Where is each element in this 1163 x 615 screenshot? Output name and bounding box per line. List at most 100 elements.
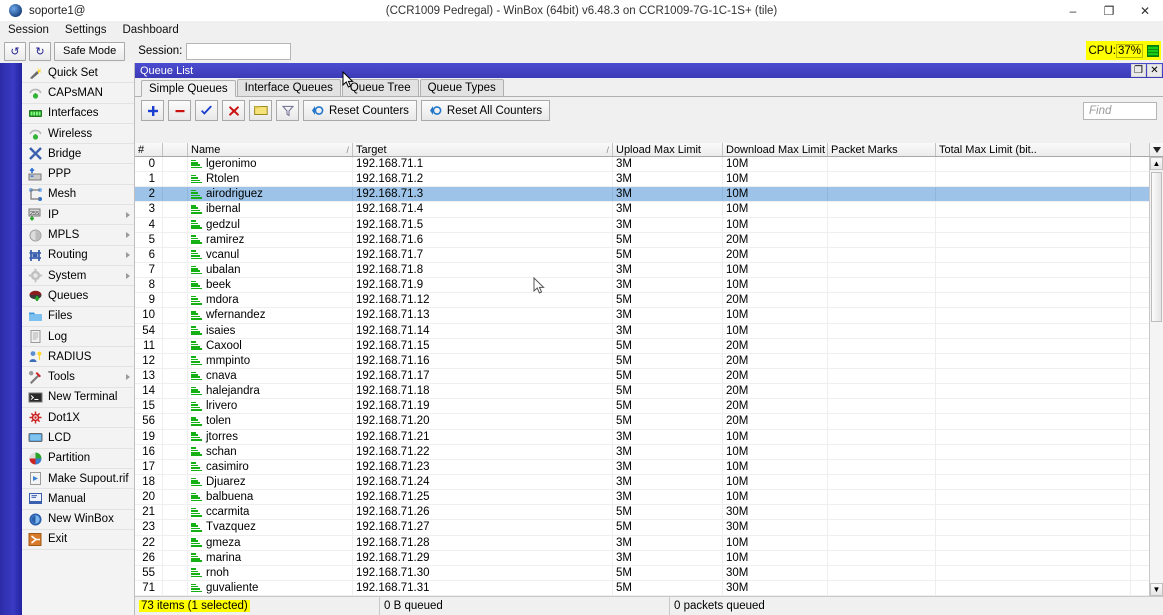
table-row[interactable]: 7ubalan192.168.71.83M10M — [135, 263, 1149, 278]
filter-button[interactable] — [276, 100, 299, 121]
scroll-down-button[interactable]: ▼ — [1150, 583, 1163, 596]
add-queue-button[interactable] — [141, 100, 164, 121]
scroll-up-button[interactable]: ▲ — [1150, 157, 1163, 170]
table-row[interactable]: 56tolen192.168.71.205M20M — [135, 414, 1149, 429]
sidebar-item-ip[interactable]: 255IP — [22, 205, 134, 225]
table-row[interactable]: 10wfernandez192.168.71.133M10M — [135, 308, 1149, 323]
cell-target-text: 192.168.71.5 — [356, 219, 423, 231]
table-row[interactable]: 0lgeronimo192.168.71.13M10M — [135, 157, 1149, 172]
session-input[interactable] — [186, 43, 291, 60]
table-row[interactable]: 6vcanul192.168.71.75M20M — [135, 248, 1149, 263]
sidebar-item-bridge[interactable]: Bridge — [22, 144, 134, 164]
table-row[interactable]: 1Rtolen192.168.71.23M10M — [135, 172, 1149, 187]
sidebar-item-new-terminal[interactable]: New Terminal — [22, 388, 134, 408]
undo-button[interactable]: ↺ — [4, 42, 26, 61]
tab-queue-types[interactable]: Queue Types — [420, 79, 504, 96]
minimize-button[interactable]: – — [1055, 0, 1091, 21]
sidebar-item-capsman[interactable]: CAPsMAN — [22, 83, 134, 103]
table-row[interactable]: 20balbuena192.168.71.253M10M — [135, 490, 1149, 505]
table-row[interactable]: 16schan192.168.71.223M10M — [135, 445, 1149, 460]
sidebar-item-manual[interactable]: Manual — [22, 489, 134, 509]
column-header-target[interactable]: Target/ — [353, 143, 613, 156]
sidebar-item-wireless[interactable]: Wireless — [22, 124, 134, 144]
column-menu-button[interactable] — [1149, 143, 1163, 156]
sidebar-item-mpls[interactable]: MPLS — [22, 225, 134, 245]
reset-all-counters-button[interactable]: Reset All Counters — [421, 100, 550, 121]
safe-mode-button[interactable]: Safe Mode — [54, 42, 125, 61]
table-row[interactable]: 2airodriguez192.168.71.33M10M — [135, 187, 1149, 202]
table-row[interactable]: 5ramirez192.168.71.65M20M — [135, 233, 1149, 248]
cell-packet-marks — [828, 172, 936, 186]
sidebar-item-ppp[interactable]: PPP — [22, 164, 134, 184]
table-row[interactable]: 11Caxool192.168.71.155M20M — [135, 339, 1149, 354]
table-row[interactable]: 23Tvazquez192.168.71.275M30M — [135, 520, 1149, 535]
table-row[interactable]: 21ccarmita192.168.71.265M30M — [135, 505, 1149, 520]
tab-interface-queues[interactable]: Interface Queues — [237, 79, 341, 96]
cell-index-text: 17 — [142, 461, 155, 473]
scroll-thumb[interactable] — [1151, 172, 1162, 322]
disable-queue-button[interactable] — [222, 100, 245, 121]
column-header-download-max-limit[interactable]: Download Max Limit — [723, 143, 828, 156]
sidebar-item-queues[interactable]: Queues — [22, 286, 134, 306]
table-row[interactable]: 17casimiro192.168.71.233M10M — [135, 460, 1149, 475]
column-header-packet-marks[interactable]: Packet Marks — [828, 143, 936, 156]
table-row[interactable]: 71guvaliente192.168.71.315M30M — [135, 581, 1149, 596]
sidebar-item-make-supout-rif[interactable]: Make Supout.rif — [22, 469, 134, 489]
sidebar-item-routing[interactable]: Routing — [22, 246, 134, 266]
column-header-blank[interactable] — [163, 143, 188, 156]
tab-queue-tree[interactable]: Queue Tree — [342, 79, 419, 96]
queue-bars-icon — [191, 281, 202, 290]
menu-settings[interactable]: Settings — [65, 24, 107, 36]
enable-queue-button[interactable] — [195, 100, 218, 121]
queue-close-button[interactable]: ✕ — [1147, 64, 1162, 77]
remove-queue-button[interactable] — [168, 100, 191, 121]
sidebar-item-tools[interactable]: Tools — [22, 367, 134, 387]
table-row[interactable]: 9mdora192.168.71.125M20M — [135, 293, 1149, 308]
table-row[interactable]: 22gmeza192.168.71.283M10M — [135, 536, 1149, 551]
redo-button[interactable]: ↻ — [29, 42, 51, 61]
menu-session[interactable]: Session — [8, 24, 49, 36]
column-header-name[interactable]: Name/ — [188, 143, 353, 156]
table-row[interactable]: 15lrivero192.168.71.195M20M — [135, 399, 1149, 414]
sidebar-item-dot1x[interactable]: Dot1X — [22, 408, 134, 428]
restore-button[interactable]: ❐ — [1091, 0, 1127, 21]
menu-dashboard[interactable]: Dashboard — [122, 24, 178, 36]
tab-simple-queues[interactable]: Simple Queues — [141, 80, 236, 97]
vertical-scrollbar[interactable]: ▲ ▼ — [1149, 157, 1163, 596]
sidebar-item-partition[interactable]: Partition — [22, 449, 134, 469]
column-header-[interactable]: # — [135, 143, 163, 156]
sidebar-item-new-winbox[interactable]: New WinBox — [22, 510, 134, 530]
table-row[interactable]: 13cnava192.168.71.175M20M — [135, 369, 1149, 384]
column-header-total-max-limit-bit[interactable]: Total Max Limit (bit.. — [936, 143, 1131, 156]
sidebar-item-quick-set[interactable]: Quick Set — [22, 63, 134, 83]
cell-flags — [163, 248, 188, 262]
table-row[interactable]: 12mmpinto192.168.71.165M20M — [135, 354, 1149, 369]
sidebar-item-mesh[interactable]: Mesh — [22, 185, 134, 205]
sidebar-item-interfaces[interactable]: Interfaces — [22, 104, 134, 124]
comment-button[interactable] — [249, 100, 272, 121]
reset-all-counters-label: Reset All Counters — [447, 105, 542, 117]
table-row[interactable]: 54isaies192.168.71.143M10M — [135, 324, 1149, 339]
cell-index: 18 — [135, 475, 163, 489]
table-row[interactable]: 18Djuarez192.168.71.243M10M — [135, 475, 1149, 490]
close-button[interactable]: ✕ — [1127, 0, 1163, 21]
sidebar-item-radius[interactable]: RADIUS — [22, 347, 134, 367]
scroll-track[interactable] — [1150, 170, 1163, 583]
queue-restore-button[interactable]: ❐ — [1131, 64, 1146, 77]
table-row[interactable]: 55rnoh192.168.71.305M30M — [135, 566, 1149, 581]
sidebar-item-files[interactable]: Files — [22, 307, 134, 327]
find-input[interactable]: Find — [1083, 102, 1157, 120]
reset-counters-button[interactable]: Reset Counters — [303, 100, 417, 121]
table-row[interactable]: 19jtorres192.168.71.213M10M — [135, 430, 1149, 445]
sidebar-item-system[interactable]: System — [22, 266, 134, 286]
table-row[interactable]: 4gedzul192.168.71.53M10M — [135, 218, 1149, 233]
table-row[interactable]: 3ibernal192.168.71.43M10M — [135, 202, 1149, 217]
table-row[interactable]: 8beek192.168.71.93M10M — [135, 278, 1149, 293]
cell-upload-max-limit-text: 3M — [616, 325, 632, 337]
column-header-upload-max-limit[interactable]: Upload Max Limit — [613, 143, 723, 156]
table-row[interactable]: 14halejandra192.168.71.185M20M — [135, 384, 1149, 399]
table-row[interactable]: 26marina192.168.71.293M10M — [135, 551, 1149, 566]
sidebar-item-lcd[interactable]: LCD — [22, 428, 134, 448]
sidebar-item-log[interactable]: Log — [22, 327, 134, 347]
sidebar-item-exit[interactable]: Exit — [22, 530, 134, 550]
